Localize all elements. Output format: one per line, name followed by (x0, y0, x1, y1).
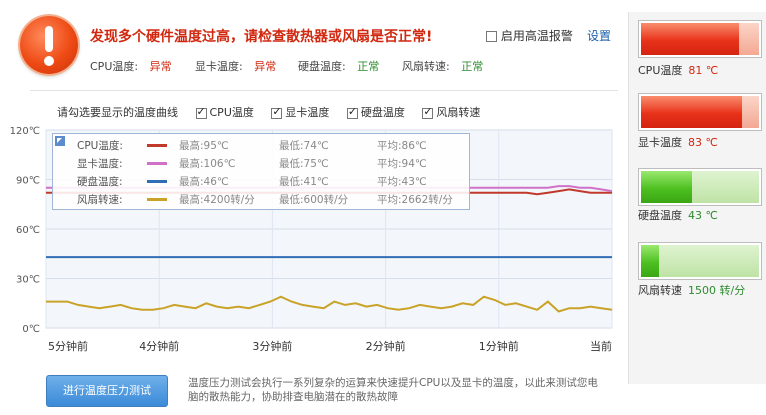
settings-link[interactable]: 设置 (587, 27, 611, 44)
gauge-value: 81 ℃ (688, 64, 719, 77)
y-tick-label: 60℃ (16, 225, 40, 236)
status-gpu: 显卡温度: 异常 (195, 58, 276, 74)
gauge-label: 风扇转速 (638, 284, 682, 297)
status-label: 硬盘温度: (298, 60, 346, 73)
gauge-fan (638, 242, 762, 280)
y-tick-label: 90℃ (16, 176, 40, 187)
status-value: 异常 (149, 60, 172, 73)
curve-option-cpu[interactable]: CPU温度 (195, 105, 254, 119)
status-label: 显卡温度: (195, 60, 243, 73)
legend-name: 风扇转速: (77, 194, 123, 206)
x-tick-label: 3分钟前 (252, 339, 292, 353)
gauge-fill (641, 23, 739, 55)
legend-max: 最高:95℃ (179, 140, 229, 152)
curve-option-label: CPU温度 (209, 106, 254, 119)
status-value: 正常 (357, 60, 380, 73)
curve-select-prompt: 请勾选要显示的温度曲线 (57, 106, 178, 119)
status-disk: 硬盘温度: 正常 (298, 58, 379, 74)
stress-test-button[interactable]: 进行温度压力测试 (46, 375, 168, 407)
gauge-label-fan: 风扇转速 1500 转/分 (638, 282, 745, 298)
legend-avg: 平均:2662转/分 (377, 194, 453, 206)
gauge-label-cpu: CPU温度 81 ℃ (638, 62, 718, 78)
gauge-value: 83 ℃ (688, 136, 718, 149)
legend-min: 最低:74℃ (279, 140, 329, 152)
gauge-rest (742, 96, 759, 128)
legend-max: 最高:4200转/分 (179, 194, 255, 206)
y-tick-label: 0℃ (22, 324, 40, 335)
legend-swatch (147, 162, 167, 165)
legend-row-gpu: 显卡温度: 最高:106℃ 最低:75℃ 平均:94℃ (77, 156, 467, 174)
collapse-legend-icon[interactable] (55, 136, 65, 146)
checkbox-icon[interactable] (486, 31, 497, 42)
gauge-label: 硬盘温度 (638, 209, 682, 222)
warning-exclamation-icon (20, 16, 78, 74)
gauge-rest (738, 23, 759, 55)
alert-title: 发现多个硬件温度过高，请检查散热器或风扇是否正常! (90, 29, 433, 45)
x-tick-label: 当前 (590, 339, 612, 353)
legend-max: 最高:106℃ (179, 158, 236, 170)
gauge-value: 43 ℃ (688, 209, 718, 222)
legend-swatch (147, 180, 167, 183)
curve-option-disk[interactable]: 硬盘温度 (346, 105, 405, 119)
legend-min: 最低:41℃ (279, 176, 329, 188)
curve-select-row: 请勾选要显示的温度曲线 CPU温度 显卡温度 硬盘温度 风扇转速 (57, 104, 480, 120)
x-tick-label: 2分钟前 (366, 339, 406, 353)
x-tick-label: 1分钟前 (479, 339, 519, 353)
legend-avg: 平均:43℃ (377, 176, 427, 188)
status-value: 正常 (461, 60, 484, 73)
legend-name: CPU温度: (77, 140, 123, 152)
curve-option-fan[interactable]: 风扇转速 (422, 105, 481, 119)
checkbox-checked-icon[interactable] (195, 105, 207, 119)
legend-min: 最低:75℃ (279, 158, 329, 170)
legend-swatch (147, 144, 167, 147)
gauge-value: 1500 转/分 (688, 284, 746, 297)
gauge-label-gpu: 显卡温度 83 ℃ (638, 134, 718, 150)
chart-legend: CPU温度: 最高:95℃ 最低:74℃ 平均:86℃ 显卡温度: 最高:106… (52, 133, 470, 210)
gauge-label-disk: 硬盘温度 43 ℃ (638, 207, 718, 223)
status-label: 风扇转速: (402, 60, 450, 73)
gauge-rest (691, 171, 759, 203)
divider (30, 90, 618, 91)
legend-name: 硬盘温度: (77, 176, 123, 188)
side-gauge-panel: CPU温度 81 ℃ 显卡温度 83 ℃ 硬盘温度 43 ℃ 风扇转速 1500 转/分 (628, 12, 766, 384)
x-tick-label: 5分钟前 (48, 339, 88, 353)
curve-option-label: 显卡温度 (285, 106, 330, 119)
checkbox-checked-icon[interactable] (346, 105, 358, 119)
legend-swatch (147, 198, 167, 201)
checkbox-checked-icon[interactable] (271, 105, 283, 119)
legend-min: 最低:600转/分 (279, 194, 349, 206)
legend-row-disk: 硬盘温度: 最高:46℃ 最低:41℃ 平均:43℃ (77, 174, 467, 192)
gauge-fill (641, 245, 659, 277)
status-label: CPU温度: (90, 60, 139, 73)
legend-name: 显卡温度: (77, 158, 123, 170)
checkbox-checked-icon[interactable] (422, 105, 434, 119)
high-temp-alarm-label: 启用高温报警 (500, 29, 573, 43)
x-tick-label: 4分钟前 (139, 339, 179, 353)
gauge-fill (641, 171, 692, 203)
gauge-fill (641, 96, 743, 128)
legend-avg: 平均:86℃ (377, 140, 427, 152)
status-cpu: CPU温度: 异常 (90, 58, 172, 74)
gauge-label: 显卡温度 (638, 136, 682, 149)
legend-row-cpu: CPU温度: 最高:95℃ 最低:74℃ 平均:86℃ (77, 138, 467, 156)
status-fan: 风扇转速: 正常 (402, 58, 483, 74)
gauge-disk (638, 168, 762, 206)
stress-test-description: 温度压力测试会执行一系列复杂的运算来快速提升CPU以及显卡的温度，以此来测试您电… (188, 377, 598, 403)
gauge-label: CPU温度 (638, 64, 683, 77)
high-temp-alarm-checkbox[interactable]: 启用高温报警 (486, 27, 573, 44)
legend-max: 最高:46℃ (179, 176, 229, 188)
y-tick-label: 30℃ (16, 275, 40, 286)
curve-option-label: 硬盘温度 (360, 106, 405, 119)
curve-option-label: 风扇转速 (436, 106, 481, 119)
legend-row-fan: 风扇转速: 最高:4200转/分 最低:600转/分 平均:2662转/分 (77, 192, 467, 210)
curve-option-gpu[interactable]: 显卡温度 (271, 105, 330, 119)
status-value: 异常 (254, 60, 277, 73)
y-tick-label: 120℃ (10, 126, 40, 137)
gauge-rest (658, 245, 759, 277)
legend-avg: 平均:94℃ (377, 158, 427, 170)
gauge-gpu (638, 93, 762, 131)
gauge-cpu (638, 20, 762, 58)
